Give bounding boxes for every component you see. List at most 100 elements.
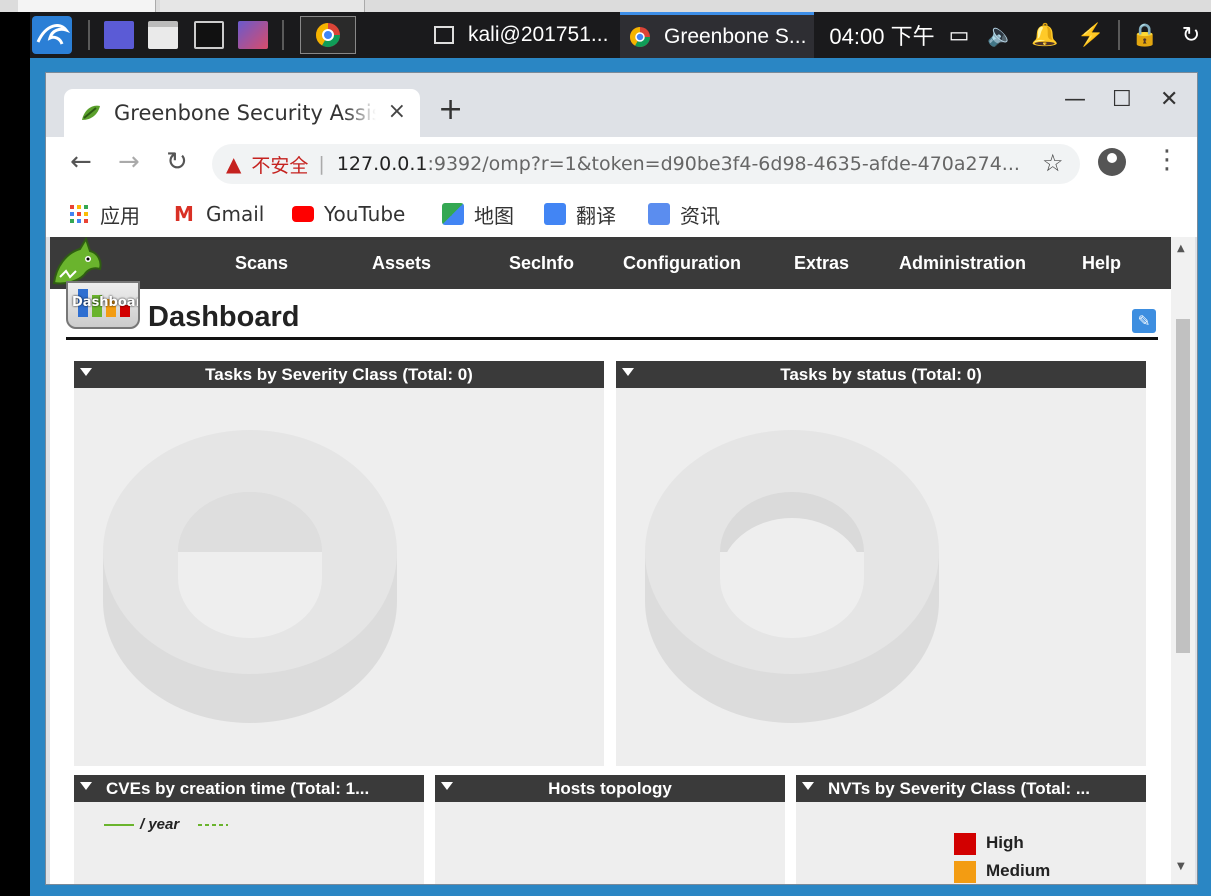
bookmark-maps[interactable]: 地图 [442, 199, 514, 229]
chrome-launcher-icon[interactable] [300, 16, 356, 54]
screen-recorder-icon[interactable] [238, 21, 268, 49]
terminal-small-icon [434, 26, 454, 44]
legend-swatch-high [954, 833, 976, 855]
bookmark-news[interactable]: 资讯 [648, 199, 720, 229]
dashboard-icon-label: Dashboard [72, 295, 138, 310]
tab-strip: Greenbone Security Assistant × + — ☐ ✕ [46, 73, 1197, 137]
bookmark-label: 翻译 [576, 203, 616, 228]
profile-avatar-icon[interactable] [1098, 148, 1126, 176]
maximize-icon[interactable]: ☐ [1112, 87, 1132, 112]
bookmark-apps[interactable]: 应用 [68, 199, 140, 229]
news-icon [648, 203, 670, 225]
nav-help[interactable]: Help [1082, 237, 1121, 289]
empty-donut-chart [103, 430, 397, 723]
legend-swatch-medium [954, 861, 976, 883]
top-window-strip [0, 0, 1211, 12]
display-icon[interactable]: ▭ [944, 12, 974, 58]
back-icon[interactable]: ← [70, 147, 92, 177]
greenbone-favicon-icon [82, 105, 100, 120]
page-scrollbar[interactable]: ▲ ▼ [1171, 237, 1195, 884]
panel-tasks-by-status: Tasks by status (Total: 0) [616, 361, 1146, 766]
close-window-icon[interactable]: ✕ [1160, 87, 1178, 112]
panel-cves-by-creation-time: CVEs by creation time (Total: 1... / yea… [74, 775, 424, 884]
taskbar-task-chrome[interactable]: Greenbone S... [620, 12, 814, 58]
bookmark-gmail[interactable]: M Gmail [174, 199, 264, 229]
panel-title: Hosts topology [435, 775, 785, 802]
nav-secinfo[interactable]: SecInfo [509, 237, 574, 289]
panel-title: Tasks by Severity Class (Total: 0) [74, 361, 604, 388]
legend-label-high: High [986, 833, 1024, 852]
nav-configuration[interactable]: Configuration [623, 237, 741, 289]
panel-nvts-by-severity: NVTs by Severity Class (Total: ... High … [796, 775, 1146, 884]
title-divider [66, 337, 1158, 340]
notification-bell-icon[interactable]: 🔔 [1030, 12, 1060, 58]
menu-kebab-icon[interactable]: ⋮ [1154, 145, 1180, 175]
address-bar[interactable]: ▲ 不安全 | 127.0.0.1 :9392/omp?r=1&token=d9… [212, 144, 1080, 184]
youtube-icon [292, 206, 314, 222]
task-label: kali@201751... [468, 23, 609, 46]
lock-icon[interactable]: 🔒 [1130, 12, 1160, 58]
kali-menu-icon[interactable] [32, 16, 72, 54]
chrome-small-icon [630, 26, 650, 47]
empty-donut-chart [645, 430, 939, 723]
bookmarks-bar: 应用 M Gmail YouTube 地图 翻译 资讯 [46, 191, 1197, 237]
gmail-icon: M [174, 202, 194, 226]
panel-collapse-icon[interactable] [80, 782, 92, 790]
terminal-icon[interactable] [194, 21, 224, 49]
warning-icon: ▲ [226, 152, 242, 176]
nav-administration[interactable]: Administration [899, 237, 1026, 289]
scroll-thumb[interactable] [1176, 319, 1190, 653]
workspace-icon[interactable] [104, 21, 134, 49]
bookmark-label: 应用 [100, 203, 140, 228]
background-tab[interactable] [18, 0, 156, 12]
url-path: :9392/omp?r=1&token=d90be3f4-6d98-4635-a… [427, 153, 1020, 175]
panel-collapse-icon[interactable] [622, 368, 634, 376]
browser-tab-active[interactable]: Greenbone Security Assistant × [64, 89, 420, 137]
scroll-up-icon[interactable]: ▲ [1177, 243, 1185, 254]
logout-icon[interactable]: ↻ [1176, 12, 1206, 58]
panel-collapse-icon[interactable] [80, 368, 92, 376]
legend-dashed-line [198, 824, 228, 826]
divider: | [318, 153, 325, 175]
legend-label: / year [140, 816, 180, 833]
page-title: Dashboard [148, 301, 300, 333]
forward-icon[interactable]: → [118, 147, 140, 177]
bookmark-youtube[interactable]: YouTube [292, 199, 405, 229]
panel-collapse-icon[interactable] [441, 782, 453, 790]
power-icon[interactable]: ⚡ [1076, 12, 1106, 58]
bookmark-label: 资讯 [680, 203, 720, 228]
nav-assets[interactable]: Assets [372, 237, 431, 289]
minimize-icon[interactable]: — [1064, 87, 1086, 112]
taskbar-task-terminal[interactable]: kali@201751... [422, 12, 618, 58]
nav-scans[interactable]: Scans [235, 237, 288, 289]
panel-title: CVEs by creation time (Total: 1... [74, 775, 424, 802]
bookmark-star-icon[interactable]: ☆ [1042, 149, 1064, 177]
apps-grid-icon [70, 205, 88, 223]
tab-title: Greenbone Security Assistant [114, 101, 376, 125]
page-viewport: Scans Assets SecInfo Configuration Extra… [50, 237, 1195, 884]
taskbar: kali@201751... Greenbone S... 04:00 下午 ▭… [30, 12, 1211, 58]
bookmark-label: Gmail [206, 202, 265, 226]
file-manager-icon[interactable] [148, 21, 178, 49]
bookmark-label: YouTube [324, 202, 406, 226]
browser-window: Greenbone Security Assistant × + — ☐ ✕ ←… [45, 72, 1198, 885]
wrench-icon[interactable]: ✎ [1132, 309, 1156, 333]
translate-icon [544, 203, 566, 225]
legend-label-medium: Medium [986, 861, 1051, 880]
panel-collapse-icon[interactable] [802, 782, 814, 790]
new-tab-button[interactable]: + [438, 95, 463, 125]
background-tab[interactable] [160, 0, 365, 12]
reload-icon[interactable]: ↻ [166, 147, 188, 177]
browser-toolbar: ← → ↻ ▲ 不安全 | 127.0.0.1 :9392/omp?r=1&to… [46, 137, 1197, 191]
volume-icon[interactable]: 🔈 [986, 12, 1016, 58]
bookmark-translate[interactable]: 翻译 [544, 199, 616, 229]
maps-icon [442, 203, 464, 225]
nav-extras[interactable]: Extras [794, 237, 849, 289]
bookmark-label: 地图 [474, 203, 514, 228]
clock[interactable]: 04:00 下午 [824, 12, 940, 58]
panel-hosts-topology: Hosts topology [435, 775, 785, 884]
panel-title: NVTs by Severity Class (Total: ... [796, 775, 1146, 802]
scroll-down-icon[interactable]: ▼ [1177, 861, 1185, 872]
dashboard-section-icon: Dashboard [66, 281, 140, 329]
tab-close-icon[interactable]: × [388, 99, 406, 124]
